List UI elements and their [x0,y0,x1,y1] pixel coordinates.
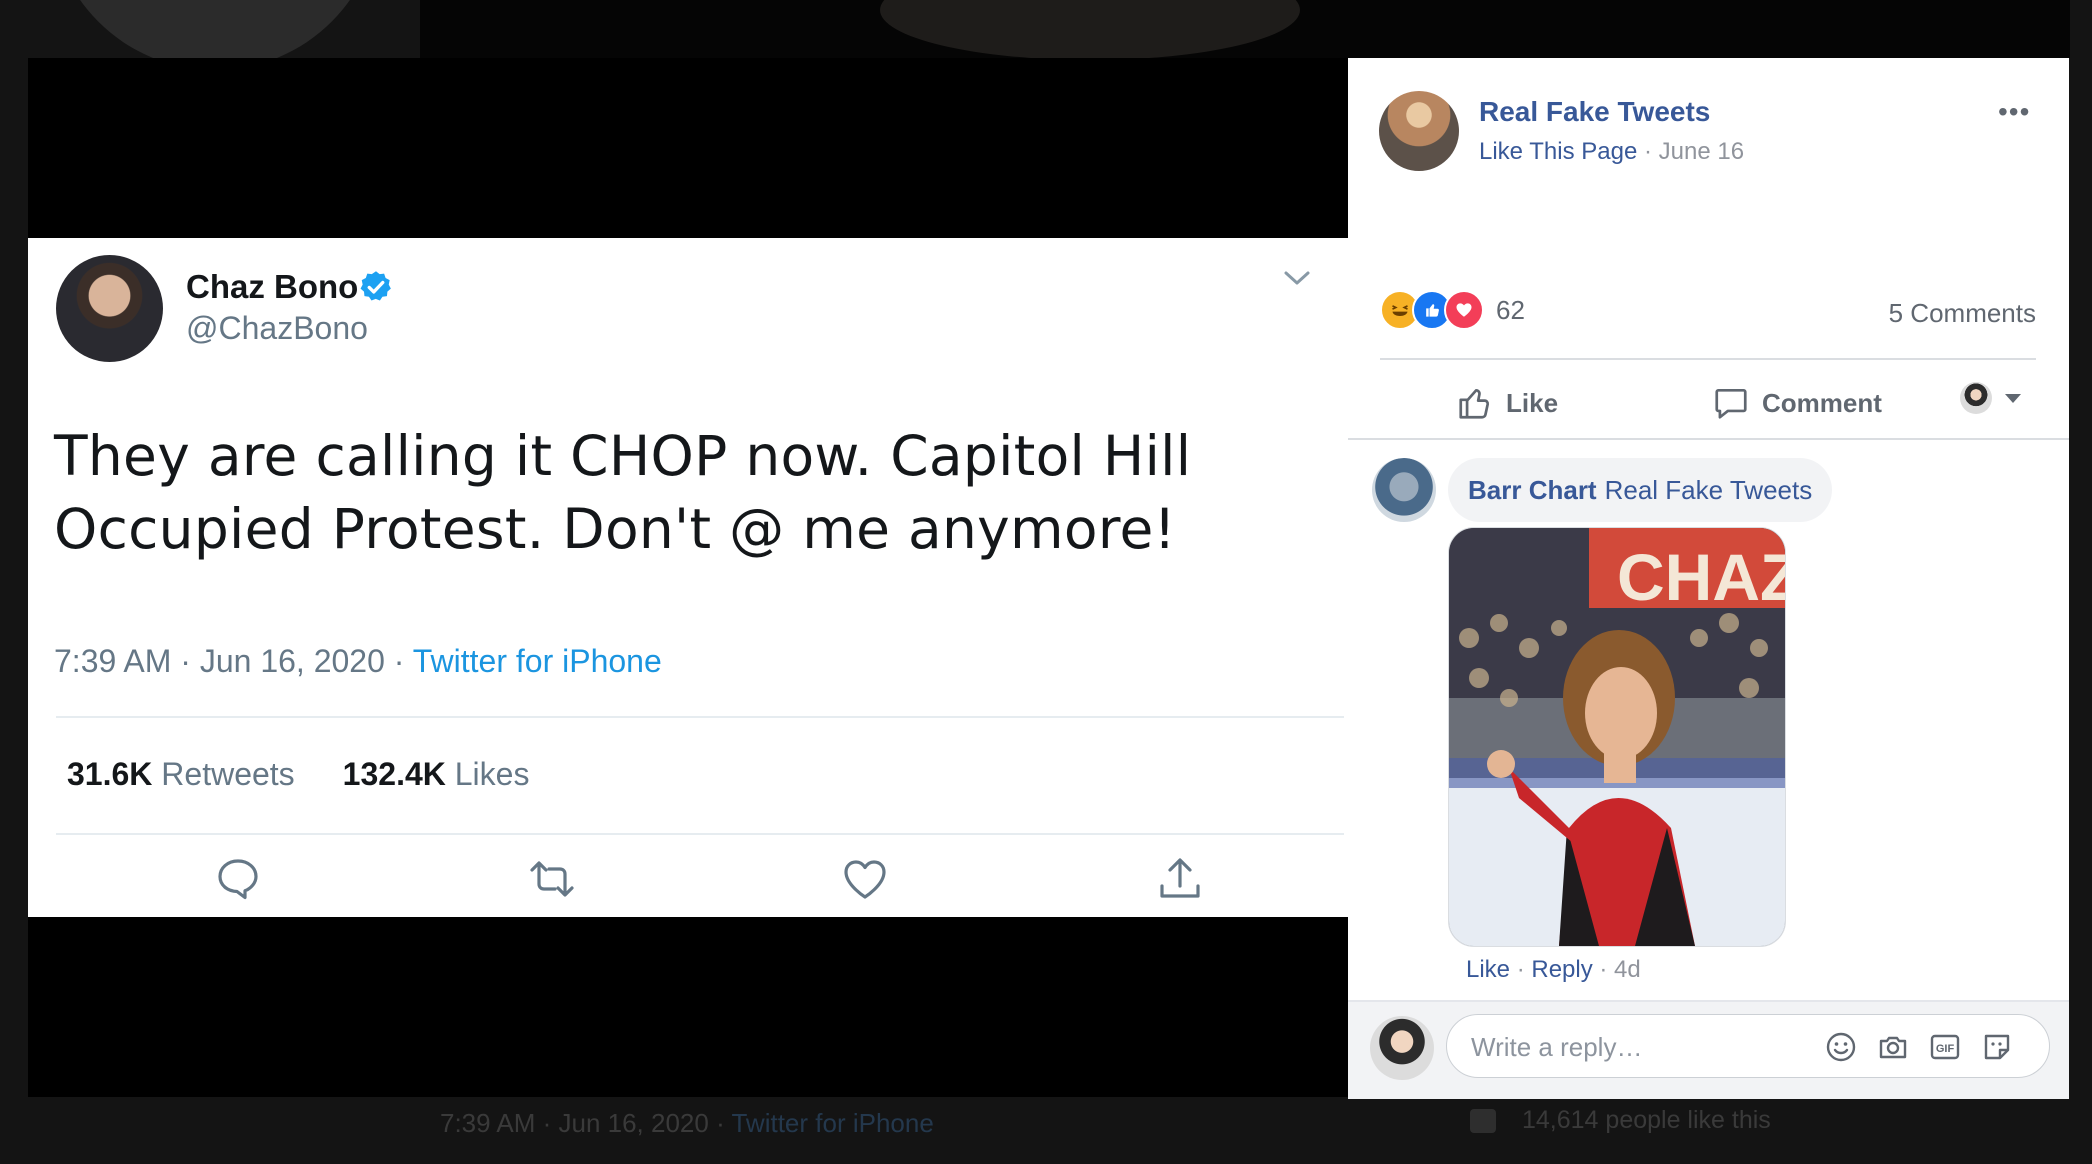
retweet-icon[interactable] [528,856,576,902]
reply-icon[interactable] [214,856,262,902]
divider [56,716,1344,718]
tweet-author-handle: @ChazBono [186,310,368,346]
comment-reply-link[interactable]: Reply [1531,956,1592,983]
comments-count-link[interactable]: 5 Comments [1889,298,2036,329]
thumbs-up-icon [1459,388,1490,419]
reply-composer: GIF [1348,1000,2069,1099]
comment-age[interactable]: 4d [1614,956,1641,983]
emoji-icon[interactable] [1825,1031,1857,1063]
verified-badge-icon [360,271,391,301]
reply-input[interactable] [1469,1027,1803,1067]
current-user-avatar [1370,1016,1434,1080]
page-avatar[interactable] [1379,91,1459,171]
tweet-screenshot: Chaz Bono @ChazBono They are calling it … [28,238,1348,917]
tweet-author-name: Chaz Bono [186,268,359,305]
comment-like-link[interactable]: Like [1466,956,1510,983]
image-overlay-text: CHAZ [1617,540,1785,614]
more-options-icon[interactable]: ••• [1998,96,2030,128]
comment-icon [1715,388,1747,419]
retweet-stat[interactable]: 31.6K Retweets [67,756,295,793]
tweet-source-link[interactable]: Twitter for iPhone [413,643,662,679]
love-reaction-icon [1444,290,1484,330]
photo-viewer: Chaz Bono @ChazBono They are calling it … [28,58,1348,1097]
comment-bubble: Barr Chart Real Fake Tweets [1448,458,1833,522]
reaction-summary[interactable]: 62 [1380,290,1525,330]
commenter-avatar[interactable] [1372,458,1436,522]
page-name-link[interactable]: Real Fake Tweets [1479,96,1710,128]
sticker-icon[interactable] [1981,1031,2013,1063]
like-button[interactable]: Like [1456,384,1558,422]
tweet-timestamp: 7:39 AM · Jun 16, 2020 · [54,643,413,679]
post-date[interactable]: June 16 [1659,138,1744,165]
tweet-stats: 31.6K Retweets 132.4K Likes [67,756,529,793]
avatar [1960,382,1992,414]
share-icon[interactable] [1156,856,1204,902]
post-action-bar: Like Comment [1348,378,2069,434]
camera-icon[interactable] [1877,1031,1909,1063]
backdrop-timestamp: 7:39 AM · Jun 16, 2020 · Twitter for iPh… [440,1108,934,1138]
reaction-count: 62 [1496,294,1525,325]
like-heart-icon[interactable] [841,856,889,902]
tweet-body: They are calling it CHOP now. Capitol Hi… [54,424,1192,561]
comment-author-link[interactable]: Barr Chart [1468,475,1597,506]
divider [56,833,1344,835]
like-this-page-link[interactable]: Like This Page [1479,138,1637,165]
chevron-down-icon[interactable] [1282,268,1312,288]
post-as-selector[interactable] [1960,382,2022,414]
gif-icon[interactable]: GIF [1929,1031,1961,1063]
post-details-panel: Real Fake Tweets Like This Page · June 1… [1348,58,2069,1099]
comment-meta: Like · Reply · 4d [1466,956,1641,983]
reply-input-box[interactable]: GIF [1446,1014,2050,1078]
tweet-action-bar [28,856,1348,906]
svg-text:GIF: GIF [1936,1043,1955,1055]
comment-tag-link[interactable]: Real Fake Tweets [1605,475,1813,506]
tweet-author-avatar [56,255,163,362]
divider [1380,358,2036,360]
comment-image[interactable]: CHAZ [1448,527,1786,947]
like-stat[interactable]: 132.4K Likes [343,756,530,793]
caret-down-icon [2005,394,2021,403]
divider [1348,438,2069,440]
post-subtitle: Like This Page · June 16 [1479,138,1745,165]
backdrop-page-likes: 14,614 people like this [1470,1106,1771,1135]
thumbs-up-icon [1470,1108,1496,1133]
comment-button[interactable]: Comment [1712,384,1882,422]
tweet-timestamp-line: 7:39 AM · Jun 16, 2020 · Twitter for iPh… [54,643,662,680]
